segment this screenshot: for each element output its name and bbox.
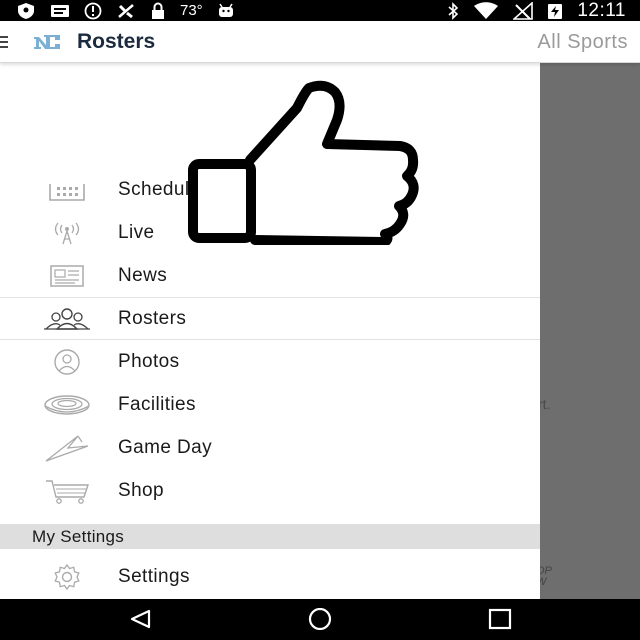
nc-logo-icon bbox=[33, 34, 61, 55]
alert-icon bbox=[84, 2, 102, 20]
drawer-item-shop[interactable]: Shop bbox=[0, 469, 540, 512]
system-nav-bar bbox=[0, 599, 640, 640]
drawer-scrim[interactable] bbox=[540, 63, 640, 599]
lock-icon bbox=[150, 2, 166, 20]
drawer-item-label: Rosters bbox=[118, 307, 187, 329]
drawer-item-label: Shop bbox=[118, 479, 164, 501]
gear-icon bbox=[40, 562, 94, 592]
drawer-item-label: Live bbox=[118, 221, 155, 243]
section-header-label: My Settings bbox=[32, 527, 125, 546]
newspaper-icon bbox=[40, 261, 94, 291]
calendar-icon bbox=[40, 175, 94, 205]
app-bar: Rosters All Sports bbox=[0, 21, 640, 63]
drawer-item-label: Settings bbox=[118, 565, 190, 587]
drawer-item-photos[interactable]: Photos bbox=[0, 340, 540, 383]
stadium-icon bbox=[40, 390, 94, 420]
drawer-item-label: News bbox=[118, 264, 168, 286]
no-notify-icon bbox=[116, 2, 136, 20]
battery-charging-icon bbox=[547, 2, 563, 20]
shield-icon bbox=[16, 2, 36, 20]
temperature-text: 73° bbox=[180, 2, 203, 19]
my-settings-section-header: My Settings bbox=[0, 524, 540, 549]
drawer-item-label: Facilities bbox=[118, 393, 196, 415]
sport-filter-dropdown[interactable]: All Sports bbox=[537, 31, 628, 54]
android-icon bbox=[217, 3, 235, 19]
message-icon bbox=[50, 3, 70, 19]
thumbs-up-icon bbox=[185, 80, 430, 250]
recents-icon[interactable] bbox=[487, 608, 513, 635]
drawer-item-settings[interactable]: Settings bbox=[0, 555, 540, 598]
bluetooth-icon bbox=[447, 1, 459, 20]
drawer-item-facilities[interactable]: Facilities bbox=[0, 383, 540, 426]
photo-person-icon bbox=[40, 347, 94, 377]
wifi-icon bbox=[473, 1, 499, 20]
no-signal-icon bbox=[513, 1, 534, 20]
drawer-item-label: Game Day bbox=[118, 436, 213, 458]
drawer-item-rosters[interactable]: Rosters bbox=[0, 297, 540, 340]
pennant-icon bbox=[40, 433, 94, 463]
drawer-item-game-day[interactable]: Game Day bbox=[0, 426, 540, 469]
page-title: Rosters bbox=[77, 30, 156, 53]
broadcast-icon bbox=[40, 218, 94, 248]
drawer-item-label: Photos bbox=[118, 350, 180, 372]
cart-icon bbox=[40, 476, 94, 506]
clock-text: 12:11 bbox=[577, 0, 626, 21]
home-icon[interactable] bbox=[306, 607, 334, 635]
menu-icon[interactable] bbox=[0, 36, 8, 48]
drawer-item-news[interactable]: News bbox=[0, 254, 540, 297]
people-icon bbox=[40, 304, 94, 334]
status-bar: 73° 12:11 bbox=[0, 0, 640, 21]
back-icon[interactable] bbox=[128, 608, 152, 635]
